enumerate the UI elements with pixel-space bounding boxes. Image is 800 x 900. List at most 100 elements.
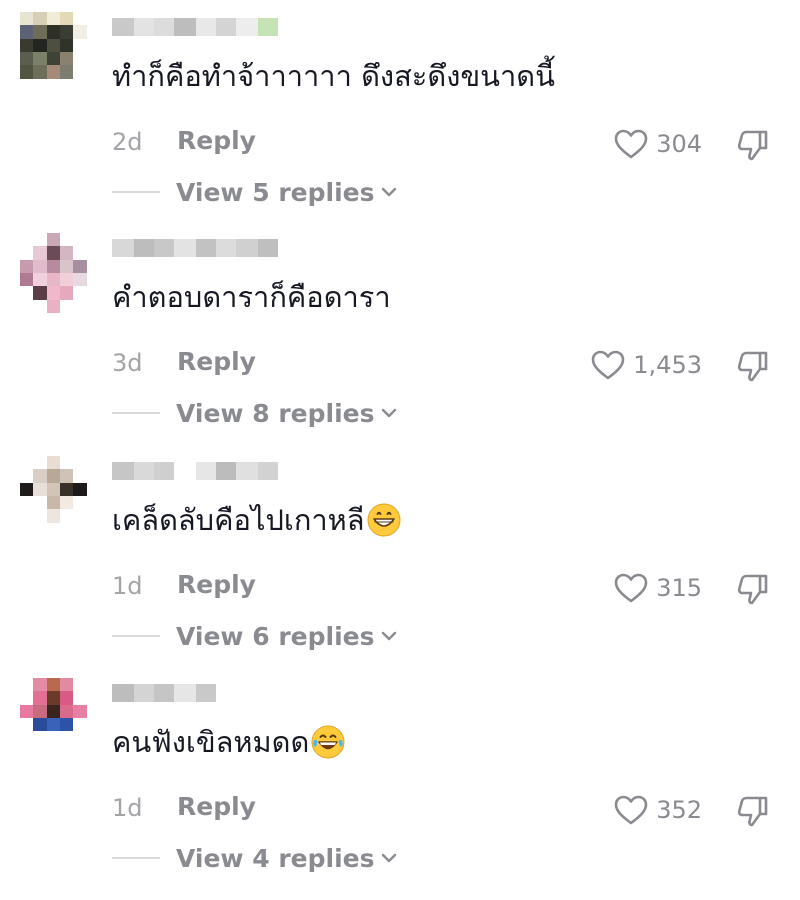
comment-item: คำตอบดาราก็คือดารา 3d Reply 1,453 View 8… — [0, 233, 800, 455]
username-pixelated[interactable] — [112, 14, 278, 40]
view-replies-label[interactable]: View 8 replies — [176, 399, 375, 428]
username-mosaic-cell — [112, 239, 134, 257]
avatar-mosaic-cell — [59, 51, 74, 66]
chevron-down-icon[interactable] — [381, 852, 397, 864]
avatar-mosaic-cell — [73, 259, 87, 273]
heart-icon[interactable] — [614, 795, 648, 825]
view-replies-button[interactable]: View 6 replies — [112, 616, 397, 656]
avatar[interactable] — [20, 456, 100, 536]
heart-icon[interactable] — [591, 350, 625, 380]
avatar-mosaic-cell — [73, 38, 87, 52]
avatar-mosaic-cell — [20, 246, 34, 260]
like-button[interactable]: 352 — [614, 790, 702, 830]
avatar[interactable] — [20, 12, 100, 92]
username-mosaic-cell — [174, 462, 196, 480]
avatar-mosaic-cell — [46, 12, 60, 26]
avatar-mosaic-cell — [46, 25, 60, 39]
avatar-mosaic-cell — [33, 259, 47, 273]
chevron-down-icon[interactable] — [381, 186, 397, 198]
like-count: 1,453 — [633, 351, 702, 379]
avatar-mosaic-cell — [86, 246, 100, 260]
avatar-mosaic-cell — [59, 456, 74, 470]
tears-of-joy-emoji-icon — [311, 725, 345, 759]
avatar-mosaic-cell — [20, 731, 34, 745]
avatar-mosaic-cell — [73, 731, 87, 745]
timestamp: 1d — [112, 572, 143, 600]
comment-meta: 1d Reply 315 — [112, 568, 772, 608]
avatar-mosaic-cell — [59, 704, 74, 718]
comment-item: เคล็ดลับคือไปเกาหลี 1d Reply 315 View 6 … — [0, 456, 800, 678]
avatar-mosaic-cell — [20, 482, 34, 496]
avatar-mosaic-cell — [46, 482, 60, 496]
view-replies-button[interactable]: View 5 replies — [112, 172, 397, 212]
like-button[interactable]: 304 — [614, 124, 702, 164]
username-mosaic-cell — [134, 18, 154, 36]
avatar-mosaic-cell — [33, 286, 47, 300]
username-pixelated[interactable] — [112, 458, 278, 484]
username-mosaic-cell — [174, 684, 196, 702]
avatar-mosaic-cell — [46, 509, 60, 523]
heart-icon[interactable] — [614, 129, 648, 159]
view-replies-button[interactable]: View 4 replies — [112, 838, 397, 878]
avatar[interactable] — [20, 678, 100, 758]
username-mosaic-cell — [236, 462, 258, 480]
comment-text: คำตอบดาราก็คือดารา — [112, 277, 391, 317]
like-button[interactable]: 1,453 — [591, 345, 702, 385]
comment-text: คนฟังเขิลหมดด — [112, 722, 345, 762]
like-count: 304 — [656, 130, 702, 158]
avatar-mosaic-cell — [73, 299, 87, 313]
heart-icon[interactable] — [614, 573, 648, 603]
reply-button[interactable]: Reply — [177, 126, 256, 155]
timestamp: 1d — [112, 794, 143, 822]
username-pixelated[interactable] — [112, 680, 278, 706]
avatar-mosaic-cell — [20, 717, 34, 732]
dislike-icon[interactable] — [736, 794, 770, 828]
avatar-mosaic-cell — [33, 744, 47, 758]
avatar-mosaic-cell — [73, 286, 87, 300]
view-replies-label[interactable]: View 6 replies — [176, 622, 375, 651]
avatar-mosaic-cell — [20, 233, 34, 247]
avatar[interactable] — [20, 233, 100, 313]
username-mosaic-cell — [154, 239, 174, 257]
username-mosaic-cell — [174, 239, 196, 257]
avatar-mosaic-cell — [46, 731, 60, 745]
avatar-mosaic-cell — [46, 744, 60, 758]
view-replies-label[interactable]: View 4 replies — [176, 844, 375, 873]
avatar-mosaic-cell — [59, 299, 74, 313]
avatar-mosaic-cell — [73, 704, 87, 718]
avatar-mosaic-cell — [33, 25, 47, 39]
avatar-mosaic-cell — [33, 691, 47, 705]
reply-button[interactable]: Reply — [177, 792, 256, 821]
dislike-icon[interactable] — [736, 128, 770, 162]
dislike-icon[interactable] — [736, 349, 770, 383]
chevron-down-icon[interactable] — [381, 630, 397, 642]
avatar-mosaic-cell — [73, 51, 87, 66]
like-button[interactable]: 315 — [614, 568, 702, 608]
avatar-mosaic-cell — [59, 38, 74, 52]
reply-button[interactable]: Reply — [177, 570, 256, 599]
username-mosaic-cell — [112, 18, 134, 36]
avatar-mosaic-cell — [20, 495, 34, 510]
avatar-mosaic-cell — [86, 731, 100, 745]
avatar-mosaic-cell — [33, 299, 47, 313]
username-pixelated[interactable] — [112, 235, 278, 261]
username-mosaic-cell — [196, 239, 216, 257]
username-mosaic-cell — [216, 684, 236, 702]
view-replies-button[interactable]: View 8 replies — [112, 393, 397, 433]
chevron-down-icon[interactable] — [381, 407, 397, 419]
avatar-mosaic-cell — [46, 691, 60, 705]
username-mosaic-cell — [196, 462, 216, 480]
avatar-mosaic-cell — [20, 691, 34, 705]
username-mosaic-cell — [216, 239, 236, 257]
dislike-icon[interactable] — [736, 572, 770, 606]
view-replies-label[interactable]: View 5 replies — [176, 178, 375, 207]
username-mosaic-cell — [196, 18, 216, 36]
avatar-mosaic-cell — [46, 272, 60, 287]
username-mosaic-cell — [154, 18, 174, 36]
divider-line — [112, 635, 160, 637]
avatar-mosaic-cell — [46, 469, 60, 483]
reply-button[interactable]: Reply — [177, 347, 256, 376]
avatar-mosaic-cell — [33, 731, 47, 745]
avatar-mosaic-cell — [33, 482, 47, 496]
avatar-mosaic-cell — [73, 744, 87, 758]
